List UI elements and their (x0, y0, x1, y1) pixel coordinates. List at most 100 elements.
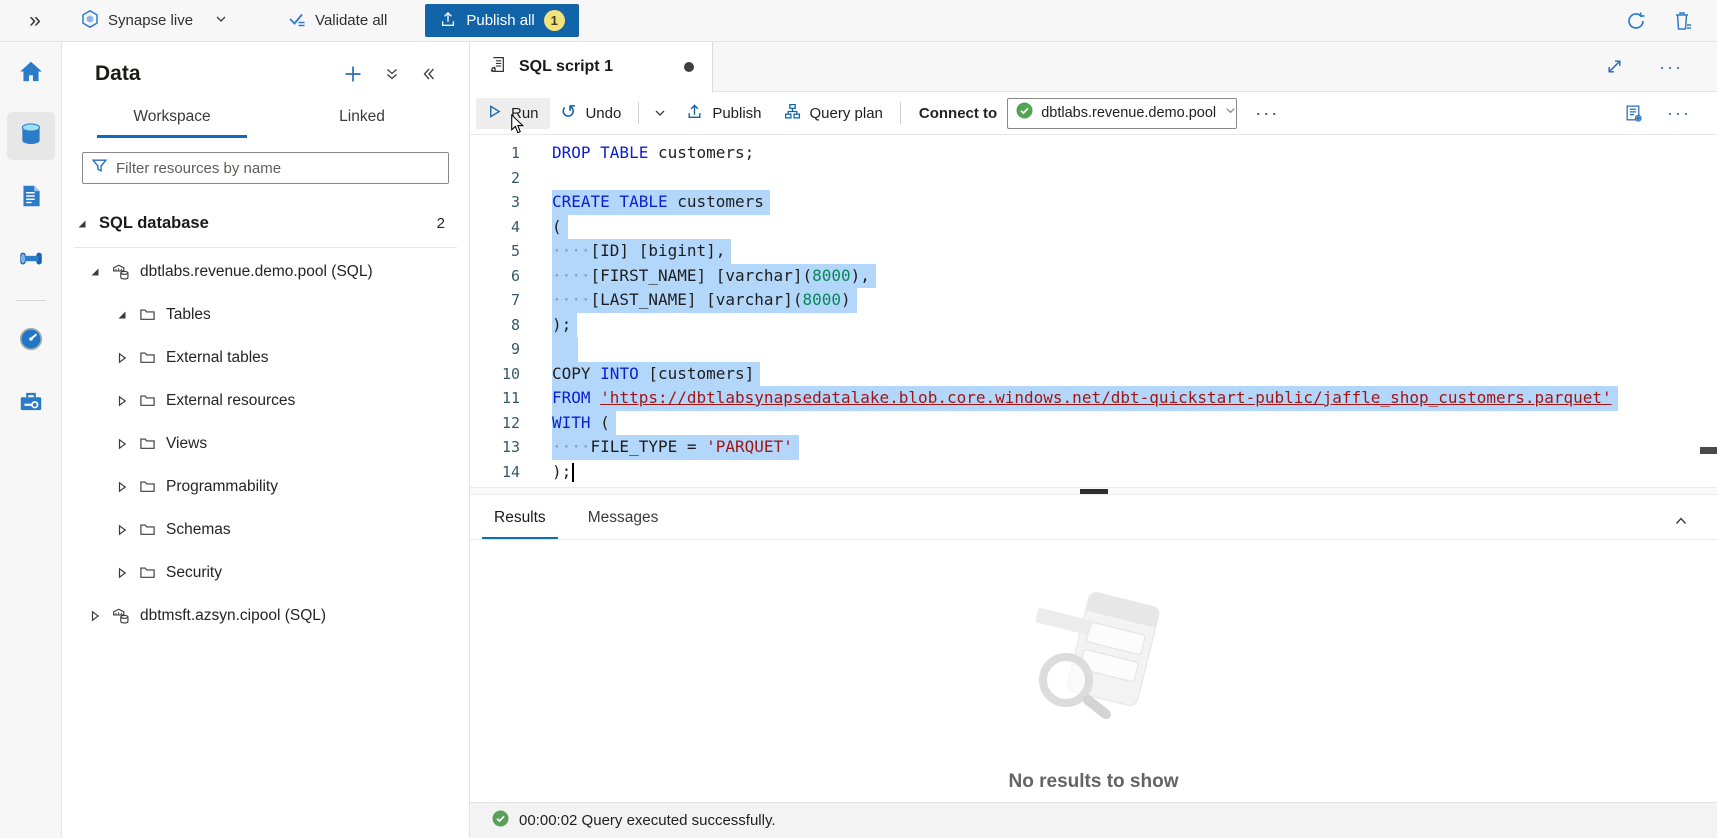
code-line-content[interactable]: ); (552, 460, 574, 485)
tab-messages[interactable]: Messages (576, 505, 671, 539)
filter-resources-input[interactable] (116, 160, 440, 177)
code-line-4[interactable]: 4( (470, 215, 1717, 240)
synapse-live-selector[interactable]: Synapse live (70, 3, 237, 39)
code-line-content[interactable]: ); (552, 313, 577, 338)
expand-twisty-icon[interactable] (115, 481, 129, 493)
add-resource-icon[interactable] (341, 62, 365, 86)
expand-menu-icon[interactable]: » (0, 9, 70, 33)
code-line-9[interactable]: 9 (470, 337, 1717, 362)
code-line-5[interactable]: 5 ····[ID] [bigint], (470, 239, 1717, 264)
collapse-twisty-icon[interactable] (88, 266, 102, 278)
connect-more-icon[interactable]: ··· (1247, 108, 1287, 118)
nav-integrate-button[interactable] (7, 236, 55, 284)
code-line-13[interactable]: 13····FILE_TYPE = 'PARQUET' (470, 435, 1717, 460)
run-button[interactable]: Run (476, 98, 550, 129)
expand-twisty-icon[interactable] (115, 567, 129, 579)
code-line-11[interactable]: 11FROM 'https://dbtlabsynapsedatalake.bl… (470, 386, 1717, 411)
code-line-8[interactable]: 8); (470, 313, 1717, 338)
tree-item-programmability[interactable]: Programmability (62, 465, 469, 508)
expand-twisty-icon[interactable] (115, 352, 129, 364)
code-line-1[interactable]: 1 DROP TABLE customers; (470, 141, 1717, 166)
code-line-content[interactable] (552, 337, 578, 362)
code-line-content[interactable]: FROM 'https://dbtlabsynapsedatalake.blob… (552, 386, 1618, 411)
collapse-results-chevron-icon[interactable] (1669, 509, 1693, 536)
collapse-all-icon[interactable] (382, 64, 402, 84)
tree-item-security[interactable]: Security (62, 551, 469, 594)
tree-item-tables[interactable]: Tables (62, 293, 469, 336)
code-line-6[interactable]: 6····[FIRST_NAME] [varchar](8000), (470, 264, 1717, 289)
tree-item-label: External tables (166, 349, 269, 367)
tab-linked[interactable]: Linked (287, 108, 437, 138)
code-line-content[interactable]: ····[ID] [bigint], (552, 239, 731, 264)
code-line-content[interactable]: ( (552, 215, 568, 240)
tree-item-schemas[interactable]: Schemas (62, 508, 469, 551)
connect-to-pool-dropdown[interactable]: dbtlabs.revenue.demo.pool (1007, 98, 1237, 129)
results-panel: Results Messages (470, 495, 1717, 802)
code-line-12[interactable]: 12WITH ( (470, 411, 1717, 436)
expand-editor-icon[interactable] (1604, 56, 1625, 77)
validate-check-icon (287, 9, 307, 33)
query-status-text: 00:00:02 Query executed successfully. (519, 812, 776, 829)
refresh-icon[interactable] (1623, 8, 1649, 34)
expand-twisty-icon[interactable] (88, 610, 102, 622)
query-plan-button[interactable]: Query plan (773, 97, 894, 130)
tree-item-views[interactable]: Views (62, 422, 469, 465)
tree-item-label: Programmability (166, 478, 278, 496)
code-line-7[interactable]: 7····[LAST_NAME] [varchar](8000) (470, 288, 1717, 313)
code-line-10[interactable]: 10COPY INTO [customers] (470, 362, 1717, 387)
collapse-panel-icon[interactable] (419, 64, 439, 84)
data-panel: Data Workspace Linked (62, 42, 470, 838)
properties-icon[interactable] (1622, 102, 1645, 125)
line-number: 5 (470, 239, 520, 264)
data-icon (17, 120, 45, 153)
toolbar-more-icon[interactable]: ··· (1659, 108, 1699, 118)
code-line-content[interactable]: ····[FIRST_NAME] [varchar](8000), (552, 264, 876, 289)
line-number: 3 (470, 190, 520, 215)
collapse-twisty-icon[interactable] (115, 309, 129, 321)
nav-monitor-button[interactable] (7, 317, 55, 365)
expand-twisty-icon[interactable] (115, 395, 129, 407)
tree-item-sql-database[interactable]: SQL database2 (62, 202, 469, 245)
tab-workspace[interactable]: Workspace (97, 108, 247, 138)
code-line-content[interactable]: DROP TABLE customers; (552, 141, 754, 166)
nav-data-button[interactable] (7, 112, 55, 160)
code-line-content[interactable]: COPY INTO [customers] (552, 362, 760, 387)
code-line-14[interactable]: 14); (470, 460, 1717, 485)
tree-item-dbtlabs-revenue-demo-pool-sql[interactable]: dbtlabs.revenue.demo.pool (SQL) (62, 250, 469, 293)
results-splitter[interactable] (470, 487, 1717, 495)
nav-develop-button[interactable] (7, 174, 55, 222)
collapse-twisty-icon[interactable] (75, 218, 89, 230)
nav-manage-button[interactable] (7, 379, 55, 427)
publish-count-badge: 1 (544, 10, 565, 31)
tab-results[interactable]: Results (482, 505, 558, 539)
pool-icon (112, 263, 130, 281)
code-line-content[interactable]: ····FILE_TYPE = 'PARQUET' (552, 435, 799, 460)
code-line-content[interactable]: ····[LAST_NAME] [varchar](8000) (552, 288, 857, 313)
integrate-pipeline-icon (17, 244, 45, 277)
undo-button[interactable]: ↺ Undo (550, 99, 633, 128)
tree-item-external-tables[interactable]: External tables (62, 336, 469, 379)
expand-twisty-icon[interactable] (115, 438, 129, 450)
run-options-chevron-icon[interactable] (645, 100, 675, 126)
validate-all-button[interactable]: Validate all (277, 3, 397, 39)
tree-item-external-resources[interactable]: External resources (62, 379, 469, 422)
line-number: 1 (470, 141, 520, 166)
tree-item-dbtmsft-azsyn-cipool-sql[interactable]: dbtmsft.azsyn.cipool (SQL) (62, 594, 469, 637)
nav-home-button[interactable] (7, 50, 55, 98)
tab-bar-more-icon[interactable]: ··· (1651, 62, 1691, 72)
expand-twisty-icon[interactable] (115, 524, 129, 536)
publish-all-button[interactable]: Publish all 1 (425, 4, 578, 37)
code-line-content[interactable]: WITH ( (552, 411, 616, 436)
splitter-drag-handle[interactable] (1080, 489, 1108, 494)
publish-button[interactable]: Publish (675, 97, 772, 130)
code-line-2[interactable]: 2 (470, 166, 1717, 191)
code-line-content[interactable]: CREATE TABLE customers (552, 190, 770, 215)
tab-sql-script-1[interactable]: SQL script 1 (470, 42, 713, 92)
line-number: 2 (470, 166, 520, 191)
synapse-live-label: Synapse live (108, 12, 193, 29)
discard-trash-icon[interactable] (1671, 8, 1695, 34)
code-line-3[interactable]: 3 CREATE TABLE customers (470, 190, 1717, 215)
publish-upload-icon (439, 10, 457, 32)
folder-icon (139, 435, 156, 452)
sql-code-editor[interactable]: 1 DROP TABLE customers; 23 CREATE TABLE cus… (470, 135, 1717, 487)
